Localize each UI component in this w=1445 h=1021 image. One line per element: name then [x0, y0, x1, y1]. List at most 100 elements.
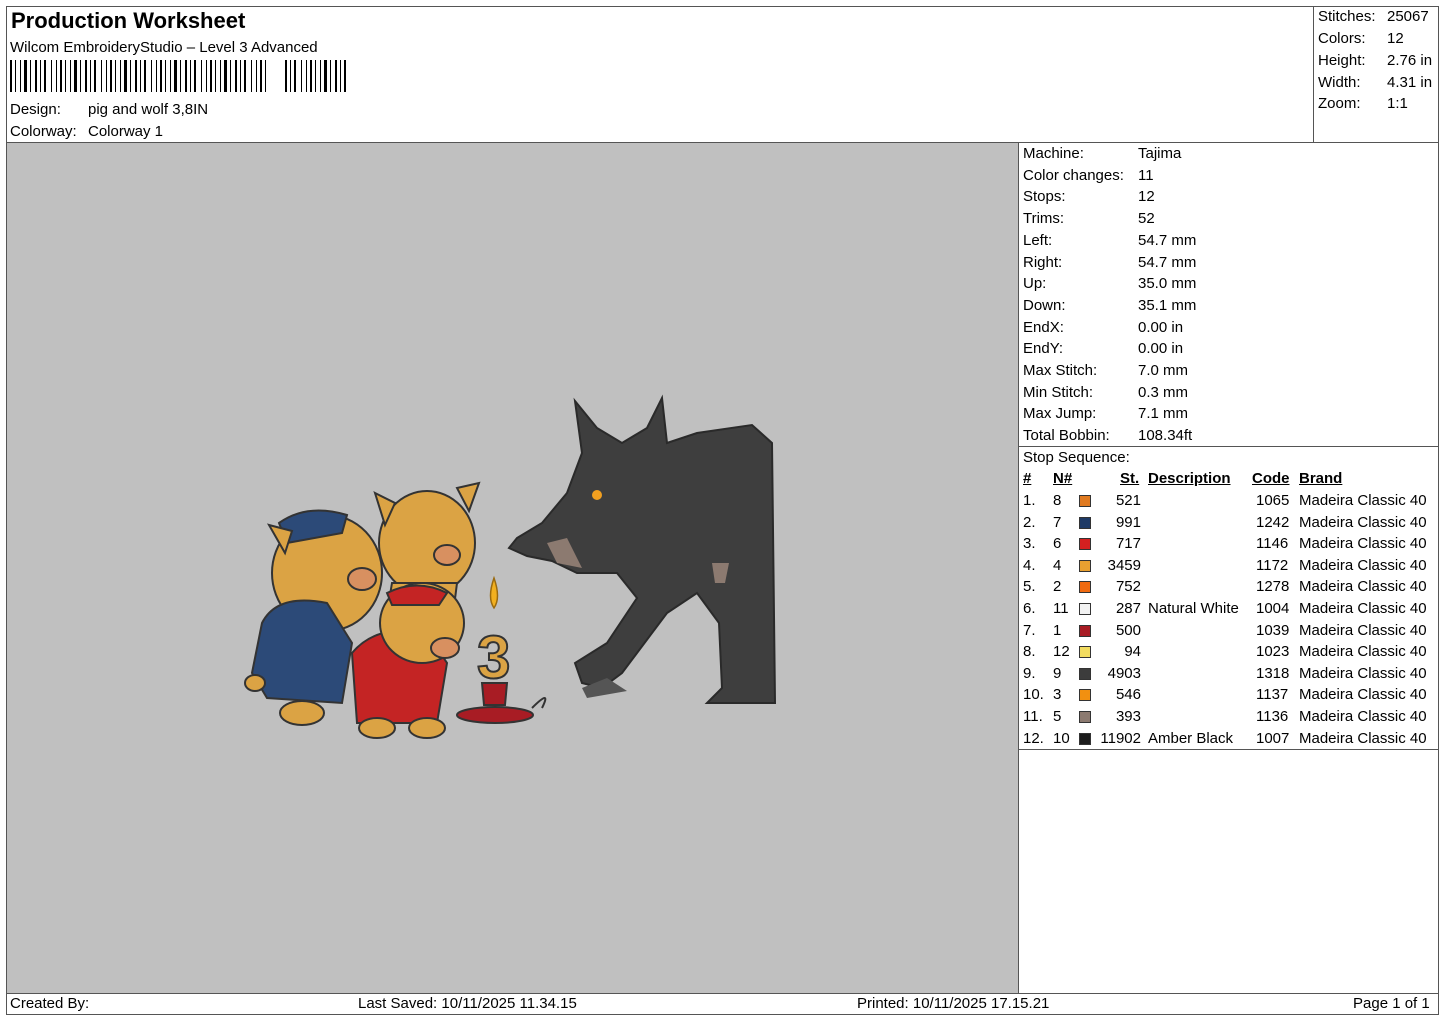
zoom-label: Zoom:	[1318, 95, 1361, 112]
stop-row: 3. 6 717 1146 Madeira Classic 40	[1020, 535, 1438, 556]
stop-needle: 3	[1053, 686, 1062, 704]
stop-index: 9.	[1023, 664, 1036, 682]
stop-stitches: 393	[1115, 708, 1141, 725]
machine-info-label: Down:	[1023, 296, 1066, 314]
stop-code: 1136	[1256, 708, 1289, 725]
stitches-value: 25067	[1387, 8, 1429, 25]
stop-index: 8.	[1023, 643, 1036, 661]
stop-brand: Madeira Classic 40	[1299, 578, 1427, 596]
stop-stitches: 521	[1115, 492, 1141, 509]
color-swatch	[1079, 646, 1091, 659]
color-swatch	[1079, 624, 1091, 637]
color-swatch	[1079, 581, 1091, 594]
color-swatch	[1079, 689, 1091, 702]
design-label: Design:	[10, 101, 61, 118]
machine-info-value: 35.0 mm	[1138, 275, 1197, 293]
stop-code: 1242	[1256, 513, 1290, 531]
stop-needle: 5	[1053, 708, 1062, 725]
stop-code: 1065	[1256, 492, 1290, 509]
stop-stitches: 991	[1115, 513, 1141, 531]
stop-brand: Madeira Classic 40	[1299, 513, 1427, 531]
stop-stitches: 752	[1115, 578, 1141, 596]
stop-description: Amber Black	[1148, 729, 1234, 747]
stop-row: 10. 3 546 1137 Madeira Classic 40	[1020, 686, 1438, 707]
color-swatch	[1079, 538, 1091, 551]
stop-needle: 11	[1053, 600, 1069, 617]
stop-index: 2.	[1023, 513, 1036, 531]
stop-code: 1318	[1256, 664, 1290, 682]
stop-brand: Madeira Classic 40	[1299, 556, 1427, 574]
wolf-figure	[507, 394, 777, 704]
machine-info-label: Left:	[1023, 231, 1053, 249]
stop-brand: Madeira Classic 40	[1299, 708, 1427, 725]
height-label: Height:	[1318, 52, 1366, 69]
stop-brand: Madeira Classic 40	[1299, 729, 1427, 747]
machine-info-label: Max Stitch:	[1023, 362, 1098, 379]
stop-stitches: 500	[1115, 621, 1141, 639]
stop-row: 8. 12 94 1023 Madeira Classic 40	[1020, 643, 1438, 664]
machine-info-value: 35.1 mm	[1138, 296, 1197, 314]
embroidery-artwork: 3	[244, 394, 777, 739]
color-swatch	[1079, 495, 1091, 507]
machine-info-label: EndX:	[1023, 318, 1064, 336]
software-name: Wilcom EmbroideryStudio – Level 3 Advanc…	[10, 39, 318, 56]
stop-stitches: 546	[1115, 686, 1141, 704]
stop-row: 7. 1 500 1039 Madeira Classic 40	[1020, 622, 1438, 643]
machine-info-value: 0.00 in	[1138, 318, 1184, 336]
machine-info-label: Min Stitch:	[1023, 383, 1094, 401]
stop-index: 5.	[1023, 578, 1036, 596]
stop-brand: Madeira Classic 40	[1299, 664, 1427, 682]
color-swatch	[1079, 559, 1091, 572]
stop-brand: Madeira Classic 40	[1299, 535, 1427, 553]
stop-row: 12. 10 11902 Amber Black 1007 Madeira Classic…	[1020, 730, 1438, 751]
svg-text:3: 3	[477, 624, 510, 691]
machine-info-value: 7.0 mm	[1138, 362, 1189, 379]
stop-stitches: 717	[1115, 535, 1141, 553]
machine-info-label: Stops:	[1023, 188, 1066, 206]
stop-stitches: 94	[1124, 643, 1141, 661]
stop-needle: 4	[1053, 556, 1062, 574]
color-swatch	[1079, 516, 1091, 529]
stop-needle: 6	[1053, 535, 1062, 553]
created-by: Created By:	[10, 995, 90, 1012]
stop-row: 11. 5 393 1136 Madeira Classic 40	[1020, 708, 1438, 729]
width-value: 4.31 in	[1387, 74, 1433, 91]
stop-index: 1.	[1023, 492, 1036, 509]
stop-row: 2. 7 991 1242 Madeira Classic 40	[1020, 514, 1438, 535]
stop-stitches: 287	[1115, 600, 1141, 617]
printed-date: Printed: 10/11/2025 17.15.21	[857, 995, 1050, 1012]
stop-stitches: 4903	[1107, 664, 1141, 682]
stop-description: Natural White	[1148, 600, 1239, 617]
color-swatch	[1079, 732, 1091, 745]
machine-info-label: Up:	[1023, 275, 1047, 293]
design-value: pig and wolf 3,8IN	[88, 101, 209, 118]
color-swatch	[1079, 711, 1091, 723]
colors-value: 12	[1387, 30, 1404, 47]
stop-stitches: 11902	[1100, 729, 1141, 747]
candle-figure: 3	[456, 575, 547, 724]
stop-brand: Madeira Classic 40	[1299, 643, 1427, 661]
width-label: Width:	[1318, 74, 1361, 91]
stop-index: 7.	[1023, 621, 1036, 639]
col-brand: Brand	[1299, 470, 1343, 487]
summary-divider	[1313, 6, 1314, 142]
machine-info-label: Max Jump:	[1023, 405, 1097, 423]
machine-info-label: Machine:	[1023, 145, 1084, 162]
col-stitches: St.	[1120, 470, 1140, 487]
stop-code: 1172	[1256, 556, 1289, 574]
stop-needle: 2	[1053, 578, 1062, 596]
stop-brand: Madeira Classic 40	[1299, 686, 1427, 704]
footer-divider	[6, 993, 1439, 994]
machine-info-value: 12	[1138, 188, 1155, 206]
barcode	[10, 60, 346, 92]
stop-row: 4. 4 3459 1172 Madeira Classic 40	[1020, 557, 1438, 578]
col-code: Code	[1252, 470, 1290, 487]
stop-code: 1039	[1256, 621, 1290, 639]
machine-info-label: Trims:	[1023, 210, 1065, 228]
stop-index: 11.	[1023, 708, 1043, 725]
page-number: Page 1 of 1	[1353, 995, 1430, 1012]
stop-needle: 8	[1053, 492, 1062, 509]
machine-info-value: 7.1 mm	[1138, 405, 1189, 423]
sidebar-divider	[1018, 142, 1019, 993]
stop-code: 1007	[1256, 729, 1290, 747]
